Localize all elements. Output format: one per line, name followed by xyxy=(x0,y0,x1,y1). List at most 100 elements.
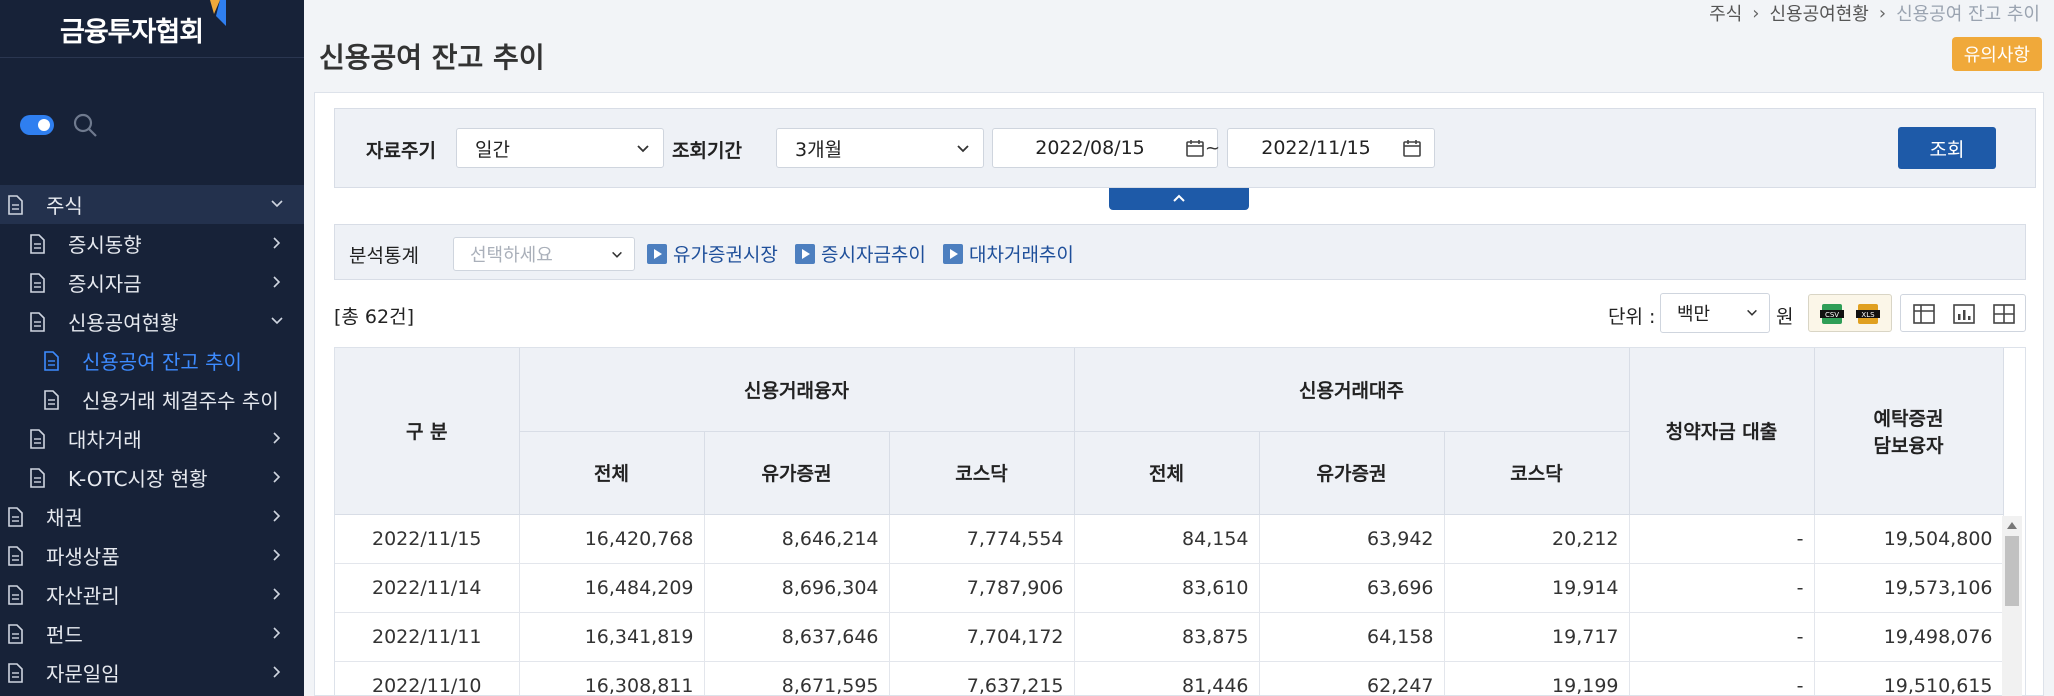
svg-text:XLS: XLS xyxy=(1861,311,1875,319)
table-cell: 62,247 xyxy=(1259,661,1445,695)
table-scrollbar[interactable] xyxy=(2002,516,2022,696)
sidebar-item[interactable]: 채권 xyxy=(0,497,304,536)
sidebar-item[interactable]: 신용공여 잔고 추이 xyxy=(0,341,304,380)
table-cell: 19,573,106 xyxy=(1814,563,2004,613)
scroll-up-icon[interactable] xyxy=(2007,522,2017,529)
sidebar-item-label: 증시동향 xyxy=(68,233,142,257)
sidebar-item[interactable]: 증시동향 xyxy=(0,224,304,263)
sidebar-item[interactable]: 증시자금 xyxy=(0,263,304,302)
data-table: 구 분 신용거래융자 신용거래대주 청약자금 대출 예탁증권 담보융자 전체 유가… xyxy=(335,348,2004,695)
table-cell: 83,875 xyxy=(1074,612,1260,662)
download-csv-icon[interactable]: CSV xyxy=(1819,302,1845,326)
breadcrumb-item[interactable]: 신용공여현황 xyxy=(1770,0,1869,26)
header-lend-kospi: 유가증권 xyxy=(1259,431,1445,515)
header-loan-kosdaq: 코스닥 xyxy=(889,431,1075,515)
sidebar-item-label: 자문일임 xyxy=(46,662,120,686)
table-cell: 19,510,615 xyxy=(1814,661,2004,695)
chevron-right-icon xyxy=(273,666,281,678)
range-select-value: 3개월 xyxy=(795,138,843,161)
sidebar-item-label: 주식 xyxy=(46,194,83,218)
download-group: CSV XLS xyxy=(1808,294,1892,332)
period-select-value: 일간 xyxy=(475,138,510,161)
header-deposit-line2: 담보융자 xyxy=(1873,434,1944,457)
breadcrumb-current: 신용공여 잔고 추이 xyxy=(1896,4,2040,25)
quick-link-lending-trend[interactable]: 대차거래추이 xyxy=(943,240,1074,267)
header-deposit-line1: 예탁증권 xyxy=(1873,407,1944,430)
chevron-right-icon xyxy=(273,549,281,561)
sidebar: 금융투자협회 주식증시동향증시자금 신용공여현황 신용공여 잔고 추이 신용거래 체결… xyxy=(0,0,304,696)
calendar-icon[interactable] xyxy=(1402,138,1422,158)
document-icon xyxy=(8,584,23,605)
view-mode-group xyxy=(1900,294,2026,332)
logo[interactable]: 금융투자협회 xyxy=(0,0,304,58)
search-icon[interactable] xyxy=(72,112,98,138)
document-icon xyxy=(30,233,45,254)
table-cell: 16,308,811 xyxy=(519,661,705,695)
date-to-value: 2022/11/15 xyxy=(1261,137,1371,159)
chevron-right-icon xyxy=(273,627,281,639)
table-cell: 7,704,172 xyxy=(889,612,1075,662)
document-icon xyxy=(8,623,23,644)
table-cell: 2022/11/14 xyxy=(335,563,520,613)
header-lend-kosdaq: 코스닥 xyxy=(1444,431,1630,515)
sidebar-item-label: 채권 xyxy=(46,506,83,530)
table-cell: 8,696,304 xyxy=(704,563,890,613)
table-cell: 16,341,819 xyxy=(519,612,705,662)
range-select[interactable]: 3개월 xyxy=(776,128,984,168)
header-deposit-collateral: 예탁증권담보융자 xyxy=(1814,348,2004,515)
grid-view-icon[interactable] xyxy=(1913,304,1935,324)
header-loan-total: 전체 xyxy=(519,431,705,515)
sidebar-menu: 주식증시동향증시자금 신용공여현황 신용공여 잔고 추이 신용거래 체결주수 추이 대차… xyxy=(0,185,304,692)
analysis-select[interactable]: 선택하세요 xyxy=(453,237,635,271)
chevron-down-icon xyxy=(637,145,649,153)
table-cell: 63,696 xyxy=(1259,563,1445,613)
header-division: 구 분 xyxy=(335,348,520,515)
svg-text:CSV: CSV xyxy=(1825,311,1839,319)
sidebar-item[interactable]: K-OTC시장 현황 xyxy=(0,458,304,497)
collapse-search-button[interactable] xyxy=(1109,188,1249,210)
table-view-icon[interactable] xyxy=(1993,304,2015,324)
document-icon xyxy=(30,428,45,449)
table-cell: 16,420,768 xyxy=(519,514,705,564)
calendar-icon[interactable] xyxy=(1185,138,1205,158)
table-row: 2022/11/15 16,420,768 8,646,214 7,774,554 84… xyxy=(335,514,2004,564)
chevron-right-icon xyxy=(273,276,281,288)
unit-select[interactable]: 백만 xyxy=(1660,293,1770,333)
download-xls-icon[interactable]: XLS xyxy=(1855,302,1881,326)
sidebar-item[interactable]: 자산관리 xyxy=(0,575,304,614)
header-loan-kospi: 유가증권 xyxy=(704,431,890,515)
chevron-down-icon xyxy=(1747,309,1757,316)
scrollbar-thumb[interactable] xyxy=(2005,536,2019,606)
table-cell: - xyxy=(1629,661,1815,695)
chevron-down-icon xyxy=(271,317,283,325)
date-from-input[interactable]: 2022/08/15 xyxy=(992,128,1218,168)
theme-toggle[interactable] xyxy=(20,115,54,135)
notice-button[interactable]: 유의사항 xyxy=(1951,37,2042,71)
chevron-down-icon xyxy=(612,251,622,258)
data-table-container[interactable]: 구 분 신용거래융자 신용거래대주 청약자금 대출 예탁증권 담보융자 전체 유가… xyxy=(334,347,2026,696)
table-row: 2022/11/11 16,341,819 8,637,646 7,704,172 83… xyxy=(335,612,2004,662)
sidebar-item[interactable]: 펀드 xyxy=(0,614,304,653)
sidebar-item[interactable]: 자문일임 xyxy=(0,653,304,692)
sidebar-item[interactable]: 주식 xyxy=(0,185,304,224)
table-cell: 7,774,554 xyxy=(889,514,1075,564)
breadcrumb-item[interactable]: 주식 xyxy=(1709,0,1742,26)
quick-link-label: 증시자금추이 xyxy=(821,244,926,266)
period-select[interactable]: 일간 xyxy=(456,128,664,168)
quick-link-kospi-market[interactable]: 유가증권시장 xyxy=(647,240,778,267)
query-button[interactable]: 조회 xyxy=(1898,127,1996,169)
document-icon xyxy=(44,350,59,371)
document-icon xyxy=(44,389,59,410)
quick-link-fund-trend[interactable]: 증시자금추이 xyxy=(795,240,926,267)
analysis-bar: 분석통계 선택하세요 유가증권시장 증시자금추이 대차거래추이 xyxy=(334,224,2026,280)
table-cell: 2022/11/11 xyxy=(335,612,520,662)
header-lend-total: 전체 xyxy=(1074,431,1260,515)
sidebar-item[interactable]: 대차거래 xyxy=(0,419,304,458)
chart-view-icon[interactable] xyxy=(1953,304,1975,324)
date-to-input[interactable]: 2022/11/15 xyxy=(1227,128,1435,168)
sidebar-item[interactable]: 신용거래 체결주수 추이 xyxy=(0,380,304,419)
document-icon xyxy=(30,272,45,293)
sidebar-item[interactable]: 신용공여현황 xyxy=(0,302,304,341)
document-icon xyxy=(30,467,45,488)
sidebar-item[interactable]: 파생상품 xyxy=(0,536,304,575)
